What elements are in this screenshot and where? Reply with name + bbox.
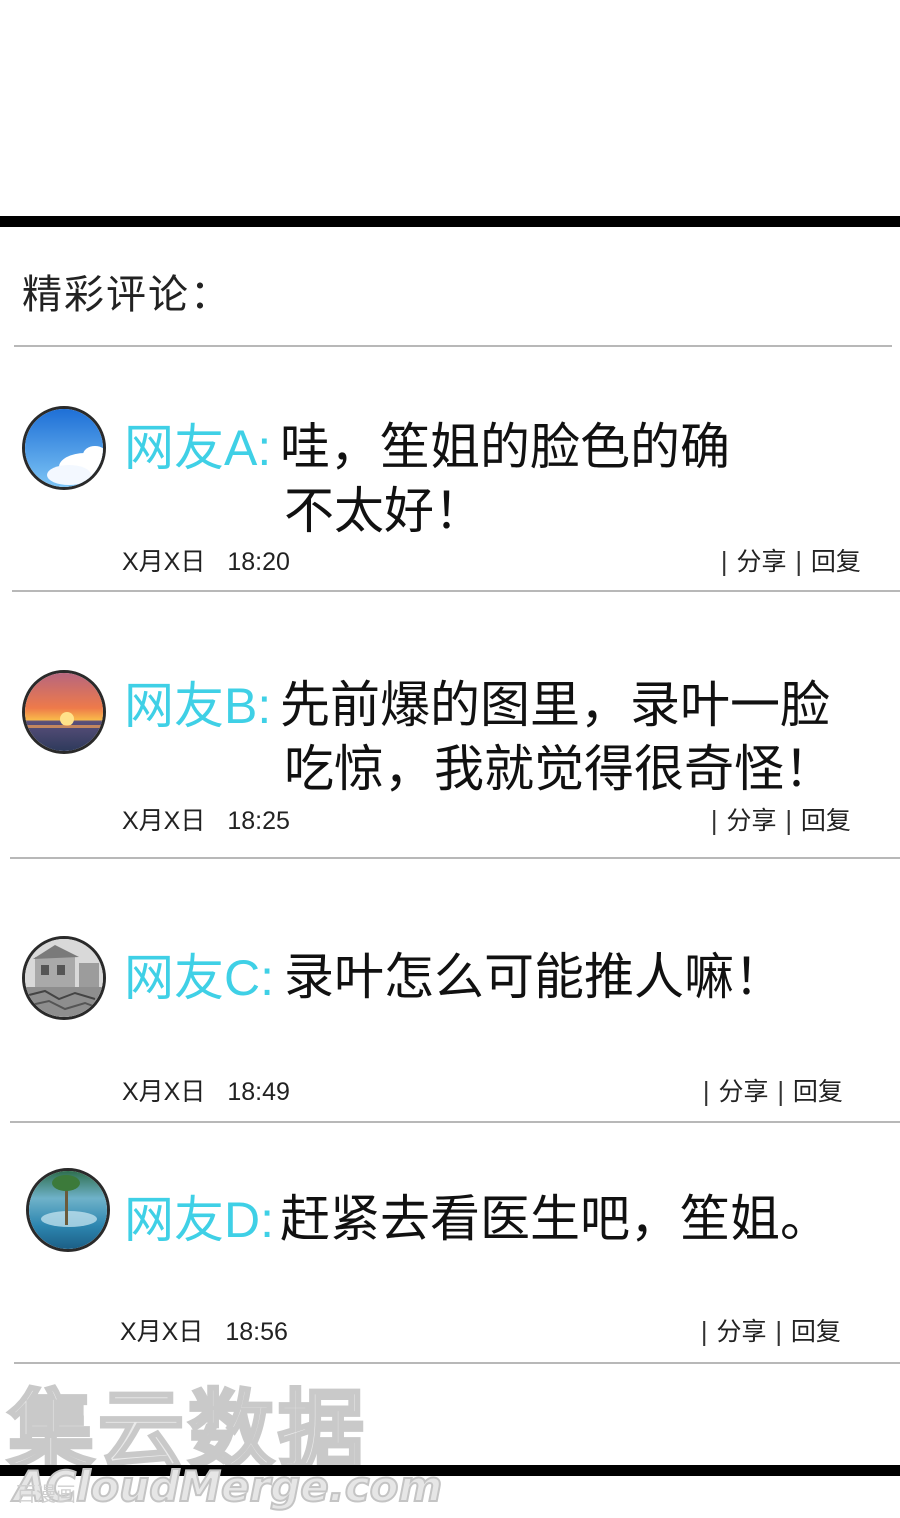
share-button[interactable]: 分享 bbox=[736, 547, 786, 576]
comment-timestamp: X月X日 18:20 bbox=[122, 542, 290, 578]
comment-divider bbox=[10, 857, 900, 859]
share-button[interactable]: 分享 bbox=[716, 1317, 766, 1346]
comment-actions: | 分享 | 回复 bbox=[720, 547, 861, 576]
sky-clouds-avatar[interactable] bbox=[22, 406, 106, 490]
comment-username[interactable]: 网友B: bbox=[124, 676, 271, 736]
comment-text: 不太好！ bbox=[284, 482, 484, 540]
comment-text: 录叶怎么可能推人嘛！ bbox=[284, 948, 784, 1006]
reply-button[interactable]: 回复 bbox=[801, 806, 851, 835]
sunset-sea-avatar[interactable] bbox=[22, 670, 106, 754]
comment-text: 哇，笙姐的脸色的确 bbox=[280, 418, 730, 476]
comment-time: 18:49 bbox=[227, 1078, 290, 1106]
comment-date: X月X日 bbox=[122, 548, 206, 576]
share-button[interactable]: 分享 bbox=[726, 806, 776, 835]
comment-actions: | 分享 | 回复 bbox=[700, 1317, 841, 1346]
share-button[interactable]: 分享 bbox=[718, 1077, 768, 1106]
comment-divider bbox=[12, 590, 900, 592]
comment-username[interactable]: 网友C: bbox=[124, 948, 274, 1008]
lake-reflection-avatar[interactable] bbox=[26, 1168, 110, 1252]
comment-page: 精彩评论： 网友A: 哇，笙姐的脸色的确 不太好！ X月X日 18:20 | 分… bbox=[0, 0, 900, 1518]
comment-time: 18:56 bbox=[225, 1318, 288, 1346]
comment-text: 赶紧去看医生吧，笙姐。 bbox=[280, 1190, 830, 1248]
reply-button[interactable]: 回复 bbox=[791, 1317, 841, 1346]
comment-text: 吃惊，我就觉得很奇怪！ bbox=[284, 740, 834, 798]
top-border-bar bbox=[0, 216, 900, 227]
reply-button[interactable]: 回复 bbox=[793, 1077, 843, 1106]
comment-actions: | 分享 | 回复 bbox=[710, 806, 851, 835]
watermark-small-text: 百漫画 bbox=[16, 1482, 76, 1506]
title-divider bbox=[14, 345, 892, 347]
comment-divider bbox=[10, 1121, 900, 1123]
comment-username[interactable]: 网友A: bbox=[124, 418, 271, 478]
comment-username[interactable]: 网友D: bbox=[124, 1190, 274, 1250]
comment-actions: | 分享 | 回复 bbox=[702, 1077, 843, 1106]
comment-text: 先前爆的图里，录叶一脸 bbox=[280, 676, 830, 734]
watermark-url: ACloudMerge.com bbox=[13, 1461, 443, 1512]
reply-button[interactable]: 回复 bbox=[811, 547, 861, 576]
comment-date: X月X日 bbox=[122, 807, 206, 835]
comment-timestamp: X月X日 18:56 bbox=[120, 1312, 288, 1348]
section-title: 精彩评论： bbox=[22, 272, 232, 318]
comment-date: X月X日 bbox=[120, 1318, 204, 1346]
comment-timestamp: X月X日 18:25 bbox=[122, 801, 290, 837]
comment-date: X月X日 bbox=[122, 1078, 206, 1106]
ruins-sketch-avatar[interactable] bbox=[22, 936, 106, 1020]
comment-time: 18:20 bbox=[227, 548, 290, 576]
comment-time: 18:25 bbox=[227, 807, 290, 835]
comment-timestamp: X月X日 18:49 bbox=[122, 1072, 290, 1108]
